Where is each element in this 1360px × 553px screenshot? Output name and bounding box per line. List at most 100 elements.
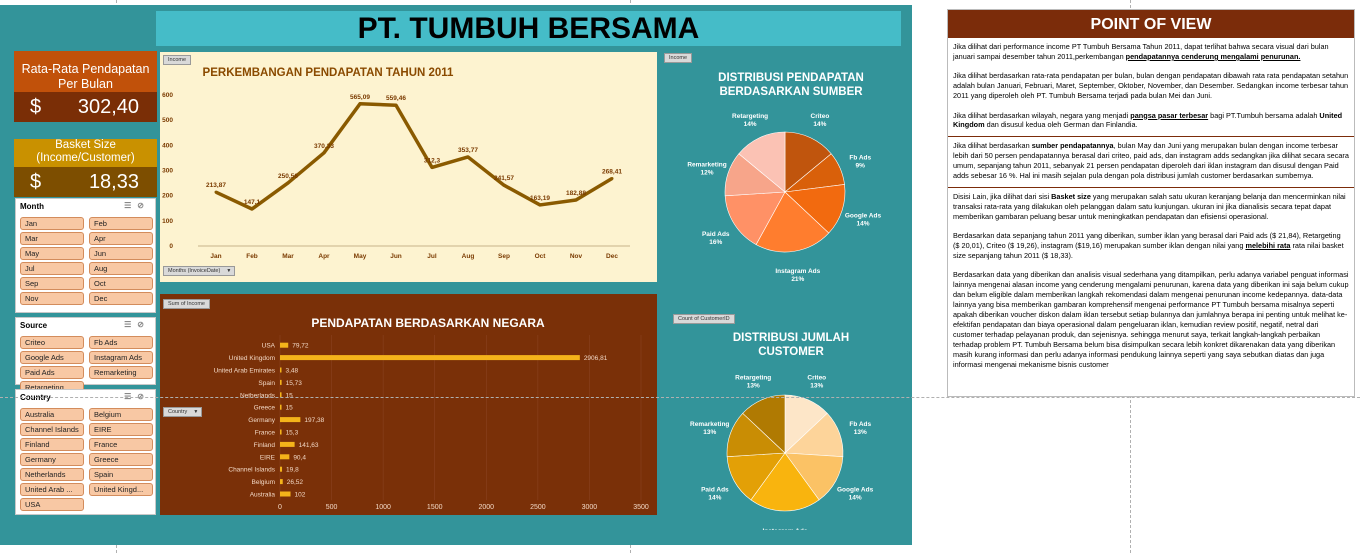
category-label: EIRE [260, 454, 276, 461]
data-point [214, 190, 218, 194]
slicer-item-criteo[interactable]: Criteo [20, 336, 84, 349]
revenue-source-pie-chart: DISTRIBUSI PENDAPATAN BERDASARKAN SUMBER C… [687, 72, 881, 282]
slicer-item-united-kingd[interactable]: United Kingd... [89, 483, 153, 496]
multiselect-filter-icon[interactable]: ☰⊘ [124, 201, 150, 210]
slice-label: Remarketing 12% [687, 162, 726, 177]
y-tick-label: 0 [169, 243, 173, 250]
slicer-item-jan[interactable]: Jan [20, 217, 84, 230]
slicer-item-google-ads[interactable]: Google Ads [20, 351, 84, 364]
avg-income-number: 302,40 [77, 96, 139, 118]
multiselect-filter-icon[interactable]: ☰⊘ [124, 320, 150, 329]
country-dropdown[interactable]: Country [163, 407, 203, 417]
chart-title: PERKEMBANGAN PENDAPATAN TAHUN 2011 [203, 67, 455, 79]
data-point [466, 155, 470, 159]
pov-text: Jika dilihat berdasarkan [953, 141, 1032, 151]
data-label: 141,63 [299, 442, 319, 449]
chart-title: DISTRIBUSI PENDAPATAN [718, 72, 864, 84]
data-point [502, 183, 506, 187]
pov-paragraph: Jika dilihat dari performance income PT … [953, 42, 1349, 62]
y-tick-label: 100 [162, 218, 173, 225]
slicer-item-instagram-ads[interactable]: Instagram Ads [89, 351, 153, 364]
data-label: 250,56 [278, 173, 298, 180]
data-label: 213,87 [206, 182, 226, 189]
x-tick-label: Jul [427, 253, 437, 260]
data-point [430, 165, 434, 169]
slicer-title: Month [20, 202, 44, 211]
x-tick-label: 0 [278, 504, 282, 511]
data-label: 312,3 [424, 157, 441, 164]
chart-title: DISTRIBUSI JUMLAH [733, 332, 849, 344]
bar [280, 367, 282, 373]
page-break-line [0, 397, 1360, 398]
slicer-items: Criteo Fb Ads Google Ads Instagram Ads Paid … [16, 335, 155, 397]
slicer-header: Month ☰⊘ [16, 199, 155, 216]
slice-label: Criteo 14% [811, 113, 830, 128]
slicer-item-france[interactable]: France [89, 438, 153, 451]
slicer-item-sep[interactable]: Sep [20, 277, 84, 290]
slicer-item-mar[interactable]: Mar [20, 232, 84, 245]
x-tick-label: Sep [498, 253, 510, 260]
slicer-item-dec[interactable]: Dec [89, 292, 153, 305]
slicer-item-apr[interactable]: Apr [89, 232, 153, 245]
chart-title: CUSTOMER [758, 346, 824, 358]
data-point [538, 203, 542, 207]
slicer-item-germany[interactable]: Germany [20, 453, 84, 466]
x-tick-label: Apr [318, 253, 330, 260]
slicer-item-remarketing[interactable]: Remarketing [89, 366, 153, 379]
slicer-item-united-arab[interactable]: United Arab ... [20, 483, 84, 496]
slicer-item-belgium[interactable]: Belgium [89, 408, 153, 421]
slicer-item-oct[interactable]: Oct [89, 277, 153, 290]
slicer-country: Country ☰⊘ Australia Belgium Channel Islan… [15, 389, 156, 515]
category-label: United Kingdom [229, 355, 275, 362]
slicer-item-feb[interactable]: Feb [89, 217, 153, 230]
currency-symbol: $ [30, 171, 42, 193]
slicer-item-paid-ads[interactable]: Paid Ads [20, 366, 84, 379]
slicer-header: Source ☰⊘ [16, 318, 155, 335]
slicer-item-may[interactable]: May [20, 247, 84, 260]
data-label: 2906,81 [584, 355, 608, 362]
slicer-item-fb-ads[interactable]: Fb Ads [89, 336, 153, 349]
slicer-item-nov[interactable]: Nov [20, 292, 84, 305]
revenue-source-pie-panel: Income DISTRIBUSI PENDAPATAN BERDASARKAN … [663, 52, 903, 282]
slicer-item-netherlands[interactable]: Netherlands [20, 468, 84, 481]
slicer-items: Australia Belgium Channel Islands EIRE Finla… [16, 407, 155, 514]
x-tick-label: Mar [282, 253, 294, 260]
pov-divider [948, 186, 1354, 188]
data-label: 241,57 [494, 175, 514, 182]
x-tick-label: Nov [570, 253, 583, 260]
pov-paragraph: Jika dilihat berdasarkan rata-rata penda… [953, 71, 1349, 101]
pov-emphasis: melebihi rata [1245, 241, 1291, 251]
bar [280, 466, 283, 472]
data-label: 147,1 [244, 199, 261, 206]
data-point [394, 103, 398, 107]
data-label: 26,52 [287, 479, 304, 486]
slicer-item-eire[interactable]: EIRE [89, 423, 153, 436]
data-point [322, 151, 326, 155]
slice-label: Instagram Ads 21% [775, 268, 820, 282]
slicer-item-usa[interactable]: USA [20, 498, 84, 511]
pov-emphasis: Basket size [1051, 191, 1091, 201]
slicer-item-aug[interactable]: Aug [89, 262, 153, 275]
bar [280, 404, 282, 410]
slicer-item-greece[interactable]: Greece [89, 453, 153, 466]
slice-label: Fb Ads 9% [849, 154, 871, 169]
slice-label: Retargeting 14% [732, 113, 768, 128]
slicer-item-finland[interactable]: Finland [20, 438, 84, 451]
category-label: Channel Islands [228, 467, 275, 474]
slicer-items: Jan Feb Mar Apr May Jun Jul Aug Sep Oct Nov Dec [16, 216, 155, 308]
pov-paragraph: Disisi Lain, jika dilihat dari sisi Bask… [953, 192, 1349, 222]
slice-label: Paid Ads 14% [701, 487, 729, 502]
slice-label: Remarketing 13% [690, 421, 729, 436]
slice-label: Criteo 13% [807, 375, 826, 390]
slicer-item-australia[interactable]: Australia [20, 408, 84, 421]
slicer-title: Source [20, 321, 48, 330]
months-dropdown[interactable]: Months (InvoiceDate) [163, 266, 236, 276]
slicer-item-spain[interactable]: Spain [89, 468, 153, 481]
pov-text: Jika dilihat berdasarkan wilayah, negara… [953, 110, 1131, 120]
category-label: Germany [248, 417, 275, 424]
slicer-item-jun[interactable]: Jun [89, 247, 153, 260]
slicer-item-channel-islands[interactable]: Channel Islands [20, 423, 84, 436]
chart-title: PENDAPATAN BERDASARKAN NEGARA [311, 316, 545, 330]
slicer-item-jul[interactable]: Jul [20, 262, 84, 275]
pov-paragraph: Berdasarkan data yang diberikan dan anal… [953, 270, 1349, 369]
